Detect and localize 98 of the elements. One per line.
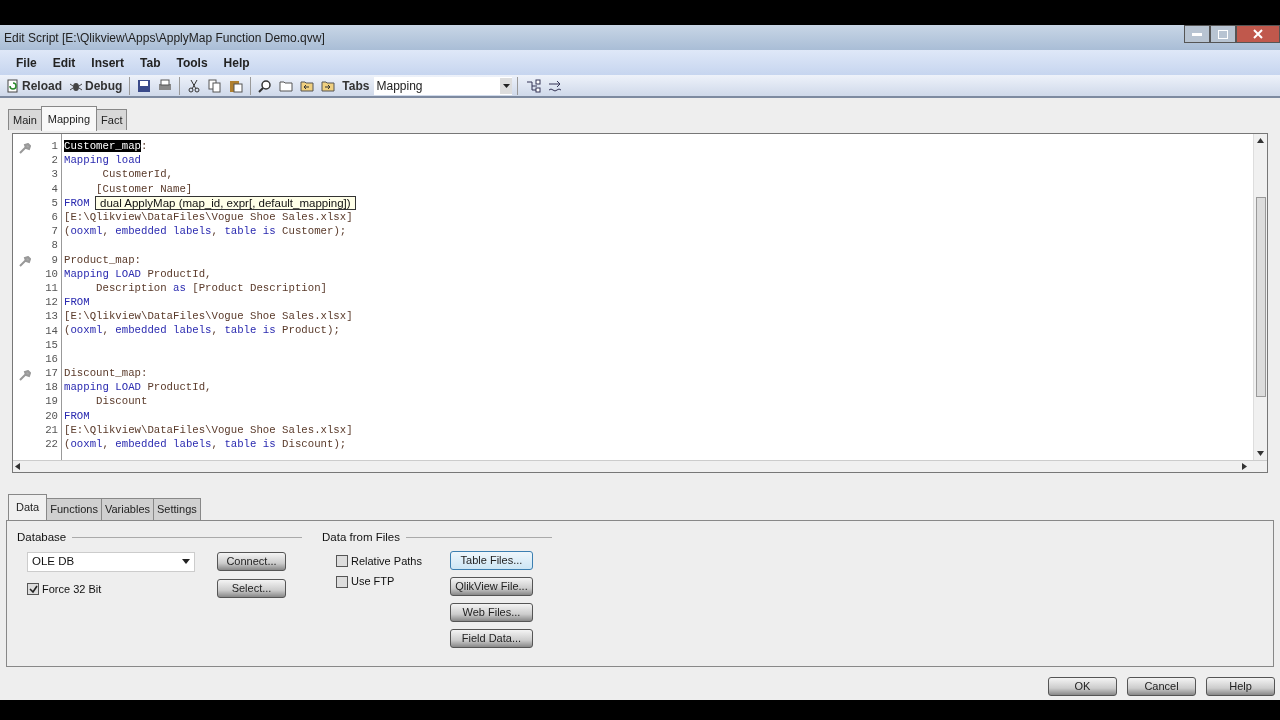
line-number: 3 [51, 167, 58, 183]
code-line: Discount_map: [64, 366, 148, 381]
scroll-up-icon[interactable] [1257, 138, 1264, 143]
line-number: 5 [51, 195, 58, 211]
line-number: 10 [45, 266, 58, 282]
checkbox-label: Use FTP [351, 574, 395, 590]
script-tab[interactable]: Fact [96, 108, 128, 130]
line-number: 18 [45, 380, 58, 396]
line-number: 9 [51, 252, 58, 268]
checkbox-label: Force 32 Bit [42, 581, 102, 597]
database-select[interactable]: OLE DB [27, 551, 195, 572]
group-label: Data from Files [322, 529, 400, 545]
action-button[interactable]: Web Files... [449, 602, 533, 622]
line-number: 17 [45, 366, 58, 382]
line-number: 21 [45, 422, 58, 438]
code-line: CustomerId, [101, 167, 174, 182]
line-number: 6 [51, 210, 58, 225]
checkbox[interactable] [336, 555, 348, 567]
scroll-left-icon[interactable] [15, 463, 20, 470]
code-line: FROM [64, 195, 90, 210]
code-line: [E:\Qlikview\DataFiles\Vogue Shoe Sales.xlsx] [64, 309, 353, 324]
dialog-button[interactable]: Help [1206, 676, 1275, 696]
panel-tab[interactable]: Variables [100, 498, 154, 520]
reload-icon [6, 78, 20, 93]
tooltip: dual ApplyMap (map_id, expr[, default_mapping]) [95, 195, 356, 210]
reload-button[interactable]: Reload [4, 76, 64, 95]
code-line: [Customer Name] [95, 181, 193, 196]
code-line: FROM [64, 408, 90, 423]
horizontal-scrollbar[interactable] [13, 460, 1267, 472]
vertical-scrollbar[interactable] [1253, 134, 1267, 460]
action-button[interactable]: Select... [217, 578, 286, 598]
action-button[interactable]: Connect... [217, 551, 286, 571]
script-tab[interactable]: Mapping [40, 105, 98, 131]
code-line: (ooxml, embedded labels, table is Discount); [64, 436, 347, 452]
maximize-button[interactable] [1210, 25, 1236, 43]
line-number: 1 [51, 139, 58, 155]
close-icon [1253, 29, 1263, 39]
action-button[interactable]: Table Files... [449, 550, 533, 570]
check-icon [28, 584, 38, 594]
line-number: 20 [45, 408, 58, 424]
menu-item[interactable]: File [8, 53, 45, 72]
close-button[interactable] [1236, 25, 1280, 43]
folder-right-icon[interactable] [319, 78, 338, 93]
line-number: 19 [45, 394, 58, 410]
dialog-button[interactable]: Cancel [1127, 676, 1196, 696]
scroll-right-icon[interactable] [1242, 463, 1247, 470]
code-line: Customer_map: [64, 139, 148, 154]
line-number: 13 [45, 309, 58, 325]
menu-item[interactable]: Tools [168, 53, 216, 72]
minimize-button[interactable] [1184, 25, 1210, 43]
window-title: Edit Script [E:\Qlikview\Apps\ApplyMap Function Demo.qvw] [4, 29, 325, 47]
minimize-icon [1192, 32, 1202, 36]
dialog-button[interactable]: OK [1048, 676, 1117, 696]
code-line: Product_map: [64, 252, 141, 267]
caret-icon [182, 559, 190, 565]
code-line: Description as [Product Description] [95, 280, 327, 296]
paste-icon[interactable] [227, 78, 246, 93]
line-number: 22 [45, 437, 58, 452]
code-line: (ooxml, embedded labels, table is Customer); [64, 224, 347, 239]
line-number: 7 [51, 224, 58, 240]
scroll-down-icon[interactable] [1257, 451, 1264, 456]
line-number: 15 [45, 337, 58, 353]
line-number: 12 [45, 295, 58, 311]
panel-tab[interactable]: Functions [46, 498, 102, 520]
line-number: 2 [51, 153, 58, 169]
checkbox[interactable] [27, 583, 39, 595]
code-line: mapping LOAD ProductId, [64, 380, 212, 395]
checkbox[interactable] [336, 575, 348, 588]
code-line: Mapping LOAD ProductId, [64, 266, 212, 281]
debug-button[interactable]: Debug [67, 76, 125, 95]
action-button[interactable]: QlikView File... [449, 576, 533, 596]
line-number: 14 [45, 323, 58, 339]
group-label: Database [17, 529, 67, 545]
action-button[interactable]: Field Data... [449, 628, 533, 648]
caret-icon [503, 83, 510, 88]
menu-item[interactable]: Edit [44, 53, 84, 72]
line-number: 8 [51, 238, 58, 254]
panel-tab[interactable]: Data [8, 494, 48, 520]
maximize-icon [1218, 29, 1228, 39]
code-line: FROM [64, 295, 90, 310]
code-line: Mapping load [64, 153, 141, 168]
menu-item[interactable]: Insert [83, 53, 133, 72]
code-line: Discount [95, 394, 148, 409]
code-line: [E:\Qlikview\DataFiles\Vogue Shoe Sales.xlsx] [64, 209, 353, 225]
folder-left-icon[interactable] [298, 78, 317, 93]
menu-item[interactable]: Help [215, 53, 258, 72]
panel-tab[interactable]: Settings [153, 498, 201, 520]
script-tab[interactable]: Main [8, 108, 42, 130]
code-line: [E:\Qlikview\DataFiles\Vogue Shoe Sales.xlsx] [64, 422, 353, 437]
tab-select[interactable]: Mapping [374, 76, 513, 95]
line-number: 11 [45, 280, 58, 296]
code-line: (ooxml, embedded labels, table is Product); [64, 323, 340, 338]
menu-item[interactable]: Tab [132, 53, 169, 72]
line-number: 4 [51, 181, 58, 197]
script-editor[interactable] [12, 133, 1268, 473]
line-number: 16 [45, 351, 58, 367]
toolbar-label: Tabs [341, 77, 371, 95]
checkbox-label: Relative Paths [351, 553, 422, 569]
